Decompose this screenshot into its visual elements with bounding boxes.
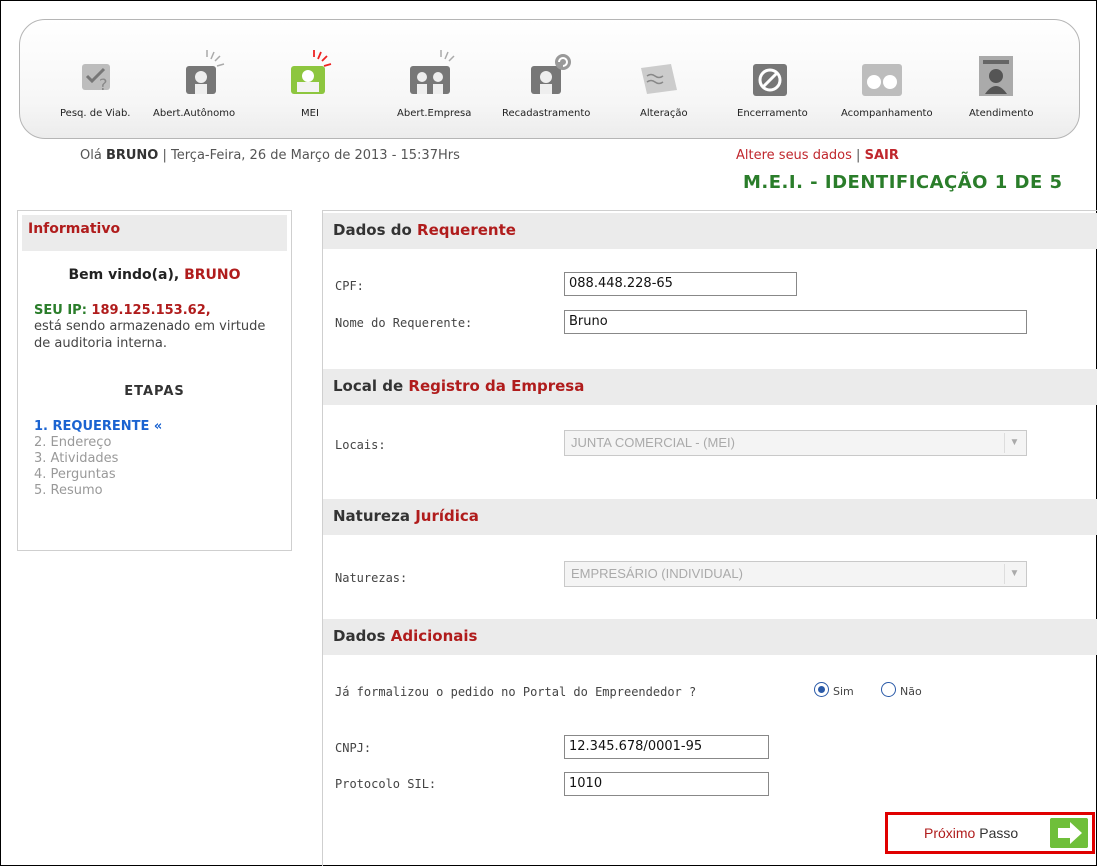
chevron-down-icon: ▼: [1004, 564, 1024, 584]
section-title-highlight: Registro da Empresa: [408, 377, 585, 395]
step-item: 5. Resumo: [34, 483, 103, 498]
greeting-line: Olá BRUNO | Terça-Feira, 26 de Março de …: [80, 148, 460, 163]
cnpj-input[interactable]: 12.345.678/0001-95: [564, 735, 769, 759]
naturezas-select[interactable]: EMPRESÁRIO (INDIVIDUAL) ▼: [564, 561, 1027, 587]
cpf-label: CPF:: [335, 279, 364, 293]
chevron-down-icon: ▼: [1004, 433, 1024, 453]
steps-title: ETAPAS: [124, 384, 185, 399]
nome-requerente-input[interactable]: Bruno: [564, 310, 1027, 334]
autonomous-person-icon: [186, 50, 225, 94]
change-data-link[interactable]: Altere seus dados: [736, 148, 852, 163]
section-header-adicionais: Dados Adicionais: [323, 619, 1097, 655]
info-panel-title: Informativo: [22, 215, 287, 251]
section-title-part: Local de: [333, 377, 404, 395]
binoculars-icon: [862, 64, 902, 96]
nome-requerente-label: Nome do Requerente:: [335, 316, 473, 330]
next-step-label: Próximo Passo: [924, 825, 1018, 841]
locais-label: Locais:: [335, 438, 386, 452]
welcome-name: BRUNO: [184, 267, 241, 283]
nav-label: Alteração: [640, 108, 688, 119]
nav-label: MEI: [301, 108, 319, 119]
welcome-message: Bem vindo(a), BRUNO: [18, 267, 291, 283]
portal-question: Já formalizou o pedido no Portal do Empr…: [335, 685, 697, 699]
naturezas-value: EMPRESÁRIO (INDIVIDUAL): [571, 566, 743, 581]
document-edit-icon: [641, 64, 677, 94]
section-title-highlight: Requerente: [417, 221, 516, 239]
step-item: 4. Perguntas: [34, 467, 116, 482]
company-people-icon: [410, 50, 455, 94]
locais-select[interactable]: JUNTA COMERCIAL - (MEI) ▼: [564, 430, 1027, 456]
steps-list: 1. REQUERENTE « 2. Endereço 3. Atividade…: [34, 419, 291, 499]
user-name: BRUNO: [105, 148, 159, 163]
main-form: Dados do Requerente CPF: 088.448.228-65 …: [322, 210, 1097, 866]
nav-label: Atendimento: [969, 108, 1034, 119]
mei-person-icon: [291, 50, 332, 94]
attendant-icon: [979, 56, 1013, 96]
ip-notice: está sendo armazenado em virtude de audi…: [34, 319, 266, 351]
welcome-prefix: Bem vindo(a),: [68, 267, 180, 283]
closure-icon: [753, 64, 787, 96]
next-step-label-a: Próximo: [924, 825, 976, 841]
nav-label: Acompanhamento: [841, 108, 933, 119]
next-step-label-b: Passo: [979, 825, 1019, 841]
separator: |: [856, 148, 861, 163]
radio-sim-label: Sim: [833, 685, 854, 698]
arrow-right-icon: [1050, 818, 1088, 848]
section-header-local: Local de Registro da Empresa: [323, 369, 1097, 405]
section-title-part: Natureza: [333, 507, 410, 525]
section-title-highlight: Jurídica: [415, 507, 479, 525]
date-time: | Terça-Feira, 26 de Março de 2013 - 15:…: [162, 148, 460, 163]
step-item: 1. REQUERENTE «: [34, 419, 163, 434]
protocolo-label: Protocolo SIL:: [335, 777, 437, 791]
ip-label: SEU IP:: [34, 303, 87, 318]
radio-nao[interactable]: [881, 682, 896, 697]
info-panel: Informativo Bem vindo(a), BRUNO SEU IP: …: [17, 210, 292, 551]
top-navigation-bar: ? Pesq. de Viab. Abert.Autônomo MEI Aber…: [19, 19, 1080, 139]
section-title-highlight: Adicionais: [390, 627, 478, 645]
re-register-icon: [531, 54, 571, 94]
ip-line: SEU IP: 189.125.153.62,: [34, 303, 291, 318]
nav-label: Abert.Autônomo: [153, 108, 236, 119]
section-header-natureza: Natureza Jurídica: [323, 499, 1097, 535]
next-step-button[interactable]: Próximo Passo: [885, 812, 1095, 854]
nav-label: Encerramento: [737, 108, 808, 119]
locais-value: JUNTA COMERCIAL - (MEI): [571, 435, 735, 450]
step-item: 2. Endereço: [34, 435, 112, 450]
section-header-requerente: Dados do Requerente: [323, 213, 1097, 249]
svg-text:?: ?: [99, 75, 108, 94]
cnpj-label: CNPJ:: [335, 741, 372, 755]
radio-sim[interactable]: [814, 682, 829, 697]
section-title-part: Dados do: [333, 221, 412, 239]
user-links: Altere seus dados | SAIR: [736, 148, 899, 163]
nav-label: Recadastramento: [502, 108, 591, 119]
naturezas-label: Naturezas:: [335, 571, 408, 585]
logout-link[interactable]: SAIR: [865, 148, 899, 163]
nav-label: Abert.Empresa: [397, 108, 472, 119]
cpf-input[interactable]: 088.448.228-65: [564, 272, 797, 296]
section-title-part: Dados: [333, 627, 386, 645]
search-viability-icon: ?: [82, 64, 110, 94]
greeting-prefix: Olá: [80, 148, 102, 163]
ip-value: 189.125.153.62,: [91, 303, 211, 318]
protocolo-input[interactable]: 1010: [564, 772, 769, 796]
page-title: M.E.I. - IDENTIFICAÇÃO 1 DE 5: [743, 172, 1063, 193]
step-item: 3. Atividades: [34, 451, 119, 466]
radio-nao-label: Não: [900, 685, 922, 698]
nav-label: Pesq. de Viab.: [60, 108, 131, 119]
